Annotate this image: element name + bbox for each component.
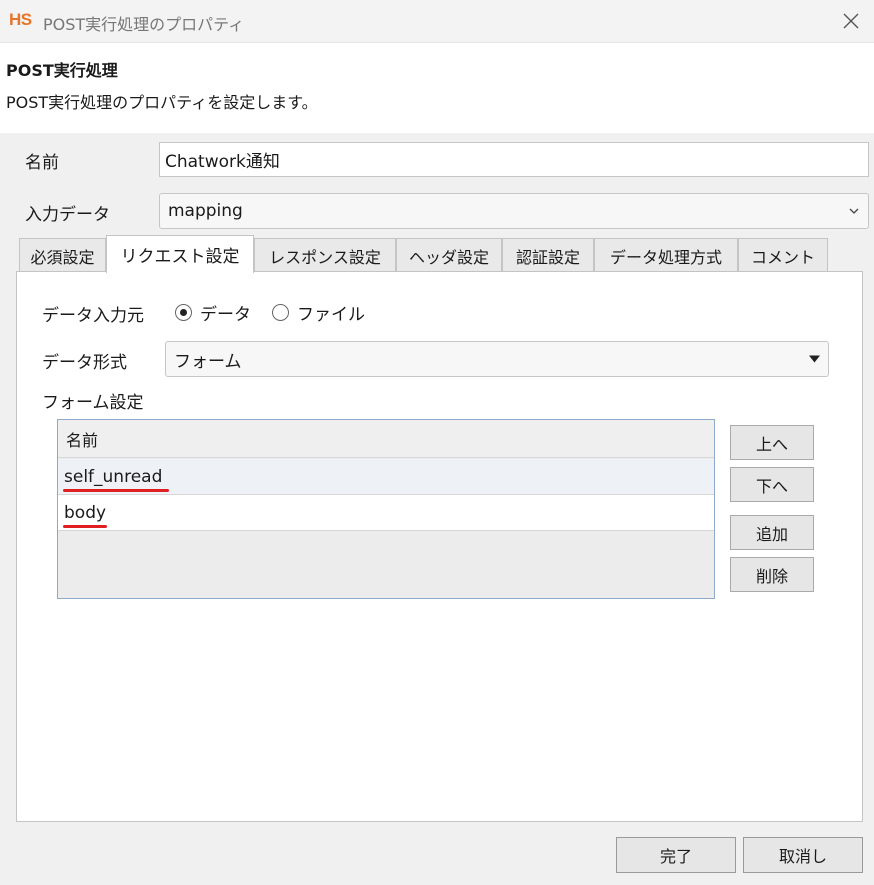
radio-data-label: データ: [200, 305, 251, 325]
name-input[interactable]: Chatwork通知: [159, 142, 869, 177]
tab-response-settings[interactable]: レスポンス設定: [254, 238, 396, 272]
radio-file-circle: [272, 304, 289, 321]
close-icon: [843, 13, 859, 29]
move-up-button[interactable]: 上へ: [730, 425, 814, 460]
app-logo: HS: [9, 10, 32, 29]
table-header-name[interactable]: 名前: [58, 420, 714, 458]
data-source-label: データ入力元: [42, 306, 144, 326]
radio-file-label: ファイル: [297, 305, 365, 325]
window-title: POST実行処理のプロパティ: [43, 15, 245, 34]
move-down-button[interactable]: 下へ: [730, 467, 814, 502]
row-name-self-unread: self_unread: [64, 466, 163, 487]
header-description: POST実行処理のプロパティを設定します。: [6, 93, 318, 112]
annotation-underline: [63, 525, 107, 528]
radio-file[interactable]: ファイル: [272, 300, 365, 325]
form-settings-label: フォーム設定: [42, 393, 144, 413]
radio-selected-dot: [180, 309, 187, 316]
table-row[interactable]: body: [58, 495, 714, 531]
header-title: POST実行処理: [6, 61, 118, 80]
chevron-down-icon: [849, 208, 859, 214]
tab-comment[interactable]: コメント: [738, 238, 828, 272]
input-data-value: mapping: [168, 201, 243, 221]
input-data-label: 入力データ: [25, 205, 110, 225]
tab-header-settings[interactable]: ヘッダ設定: [396, 238, 502, 272]
name-label: 名前: [25, 153, 59, 173]
tab-required-settings[interactable]: 必須設定: [19, 238, 106, 272]
radio-data-circle: [175, 304, 192, 321]
annotation-underline: [63, 489, 169, 492]
delete-button[interactable]: 削除: [730, 557, 814, 592]
title-bar: HS POST実行処理のプロパティ: [0, 0, 874, 43]
header-panel: POST実行処理 POST実行処理のプロパティを設定します。: [0, 43, 874, 133]
finish-button[interactable]: 完了: [616, 837, 736, 873]
data-format-label: データ形式: [42, 353, 127, 373]
tab-data-processing[interactable]: データ処理方式: [594, 238, 738, 272]
tab-auth-settings[interactable]: 認証設定: [502, 238, 594, 272]
input-data-combo[interactable]: mapping: [159, 193, 869, 229]
add-button[interactable]: 追加: [730, 515, 814, 550]
triangle-down-icon: [809, 355, 820, 363]
form-settings-table: 名前 self_unread body: [57, 419, 715, 599]
row-name-body: body: [64, 502, 107, 523]
data-format-select[interactable]: フォーム: [165, 341, 829, 377]
tab-request-settings[interactable]: リクエスト設定: [106, 235, 254, 273]
close-button[interactable]: [836, 6, 866, 36]
radio-data[interactable]: データ: [175, 300, 251, 325]
data-format-value: フォーム: [174, 351, 242, 372]
cancel-button[interactable]: 取消し: [743, 837, 863, 873]
table-row[interactable]: self_unread: [58, 459, 714, 495]
